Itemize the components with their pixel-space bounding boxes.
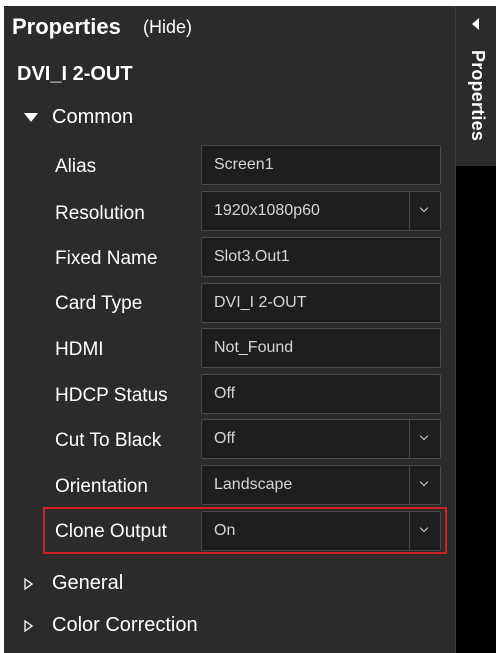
section-general[interactable]: General [52, 572, 123, 595]
resolution-value: 1920x1080p60 [214, 202, 320, 219]
orientation-label: Orientation [55, 476, 148, 497]
chevron-down-icon [419, 431, 429, 441]
orientation-dropdown[interactable]: Landscape [201, 465, 441, 505]
alias-value: Screen1 [214, 156, 274, 173]
collapse-arrow-icon[interactable] [472, 18, 479, 30]
orientation-dropdown-button[interactable] [410, 466, 440, 504]
side-empty-area [456, 166, 496, 653]
hdmi-label: HDMI [55, 339, 104, 360]
alias-label: Alias [55, 156, 97, 177]
fixed-name-field: Slot3.Out1 [201, 237, 441, 277]
expand-down-icon[interactable] [24, 113, 38, 122]
hdcp-status-field: Off [201, 374, 441, 414]
hide-link[interactable]: (Hide) [143, 17, 192, 38]
expand-right-icon[interactable] [24, 620, 33, 632]
alias-field[interactable]: Screen1 [201, 145, 441, 185]
hdmi-field: Not_Found [201, 328, 441, 368]
section-color-correction[interactable]: Color Correction [52, 614, 198, 637]
fixed-name-label: Fixed Name [55, 248, 158, 269]
device-name: DVI_I 2-OUT [17, 63, 133, 85]
card-type-label: Card Type [55, 293, 143, 314]
hdcp-status-label: HDCP Status [55, 385, 168, 406]
orientation-value: Landscape [214, 476, 293, 493]
section-common[interactable]: Common [52, 106, 133, 129]
hdmi-value: Not_Found [214, 339, 294, 356]
hdcp-status-value: Off [214, 385, 236, 402]
resolution-dropdown[interactable]: 1920x1080p60 [201, 191, 441, 231]
panel-title: Properties [12, 14, 121, 39]
fixed-name-value: Slot3.Out1 [214, 248, 290, 265]
card-type-value: DVI_I 2-OUT [214, 294, 307, 311]
cut-to-black-dropdown-button[interactable] [410, 420, 440, 458]
cut-to-black-value: Off [214, 430, 236, 447]
expand-right-icon[interactable] [24, 578, 33, 590]
properties-window: Properties Properties (Hide) DVI_I 2-OUT… [0, 0, 496, 653]
chevron-down-icon [419, 203, 429, 213]
resolution-label: Resolution [55, 203, 145, 224]
side-tab-properties[interactable]: Properties [458, 50, 496, 160]
cut-to-black-label: Cut To Black [55, 430, 162, 451]
resolution-dropdown-button[interactable] [410, 192, 440, 230]
chevron-down-icon [419, 477, 429, 487]
cut-to-black-dropdown[interactable]: Off [201, 419, 441, 459]
clone-output-highlight [43, 507, 447, 554]
card-type-field: DVI_I 2-OUT [201, 283, 441, 323]
